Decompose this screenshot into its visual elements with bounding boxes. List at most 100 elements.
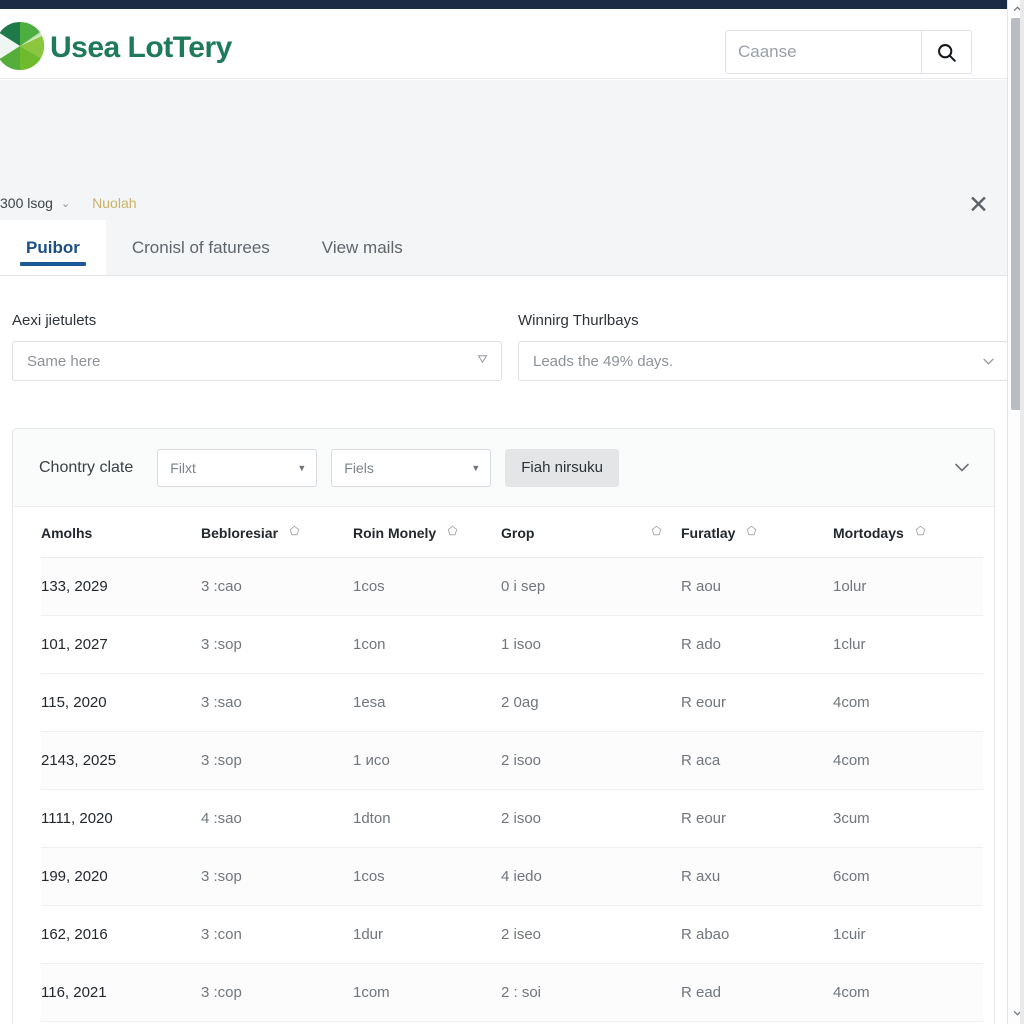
cell-mortodays: 4com — [833, 731, 983, 790]
cell-amolhs: 162, 2016 — [41, 905, 201, 964]
cell-mortodays: 3cum — [833, 789, 983, 848]
tab-view-mails[interactable]: View mails — [296, 220, 429, 275]
cell-roin-monely: 1cos — [353, 847, 501, 906]
cell-bebloresiar: 3 :sao — [201, 673, 353, 732]
cell-mortodays: 1clur — [833, 615, 983, 674]
brand-name[interactable]: Usea LotTery — [50, 31, 232, 65]
cell-roin-monely: 1cos — [353, 557, 501, 616]
table-head: Amolhs Bebloresiar Roin Monely Grop Fura… — [41, 507, 983, 558]
star-outline-icon[interactable] — [288, 525, 301, 541]
cell-roin-monely: 1com — [353, 963, 501, 1022]
column-header-furatlay[interactable]: Furatlay — [681, 507, 833, 558]
filter-label: Aexi jietulets — [12, 312, 97, 329]
tab-label: Puibor — [26, 237, 80, 257]
chevron-down-icon: ▼ — [471, 462, 481, 473]
cell-mortodays: 4com — [833, 963, 983, 1022]
cell-amolhs: 199, 2020 — [41, 847, 201, 906]
cell-roin-monely: 1 исо — [353, 731, 501, 790]
column-label: Bebloresiar — [201, 525, 279, 541]
cell-grop: 2 isoo — [501, 731, 681, 790]
table-row[interactable]: 199, 2020 3 :sop 1cos 4 iedo R axu 6com — [41, 847, 983, 906]
column-header-mortodays[interactable]: Mortodays — [833, 507, 983, 558]
panel-toolbar: Chontry clate Filxt ▼ Fiels ▼ Fiah nirsu… — [13, 429, 994, 507]
filter-field-winning: Winnirg Thurlbays Leads the 49% days. — [518, 312, 1008, 381]
cell-bebloresiar: 3 :cao — [201, 557, 353, 616]
column-header-grop[interactable]: Grop — [501, 507, 681, 558]
brand-header: Usea LotTery — [0, 9, 1007, 79]
star-outline-icon[interactable] — [446, 525, 459, 541]
cell-bebloresiar: 3 :cop — [201, 963, 353, 1022]
cell-mortodays: 4com — [833, 673, 983, 732]
cell-grop: 4 iedo — [501, 847, 681, 906]
search-input[interactable] — [725, 30, 922, 74]
chevron-down-icon — [476, 353, 489, 370]
aexi-select[interactable]: Same here — [12, 341, 502, 381]
star-outline-icon[interactable] — [914, 525, 927, 541]
table-row[interactable]: 115, 2020 3 :sao 1esa 2 0ag R eour 4com — [41, 673, 983, 732]
cell-bebloresiar: 3 :con — [201, 905, 353, 964]
column-header-amolhs[interactable]: Amolhs — [41, 507, 201, 558]
cell-grop: 0 i sep — [501, 557, 681, 616]
table-body: 133, 2029 3 :cao 1cos 0 i sep R aou 1olu… — [41, 557, 983, 1022]
column-header-bebloresiar[interactable]: Bebloresiar — [201, 507, 353, 558]
tab-cronisl-of-faturees[interactable]: Cronisl of faturees — [106, 220, 296, 275]
table-row[interactable]: 116, 2021 3 :cop 1com 2 : soi R ead 4com — [41, 963, 983, 1022]
table-row[interactable]: 1111, 2020 4 :sao 1dton 2 isoo R eour 3c… — [41, 789, 983, 848]
breadcrumb-current[interactable]: 300 lsog — [0, 195, 53, 211]
winning-select[interactable]: Leads the 49% days. — [518, 341, 1008, 381]
results-table: Amolhs Bebloresiar Roin Monely Grop Fura… — [41, 507, 983, 1022]
toolbar-select-fiels-value: Fiels — [344, 459, 374, 476]
pinwheel-logo-icon[interactable] — [0, 21, 48, 71]
cell-amolhs: 1111, 2020 — [41, 789, 201, 848]
top-dark-strip — [0, 0, 1007, 9]
table-row[interactable]: 133, 2029 3 :cao 1cos 0 i sep R aou 1olu… — [41, 557, 983, 616]
search-icon[interactable] — [922, 30, 972, 74]
tab-bar: Puibor Cronisl of faturees View mails — [0, 220, 1007, 276]
table-header-row: Amolhs Bebloresiar Roin Monely Grop Fura… — [41, 507, 983, 558]
tab-label: Cronisl of faturees — [131, 237, 270, 257]
cell-furatlay: R abao — [681, 905, 833, 964]
table-row[interactable]: 2143, 2025 3 :sop 1 исо 2 isoo R aca 4co… — [41, 731, 983, 790]
close-icon[interactable]: ✕ — [968, 193, 989, 218]
cell-amolhs: 133, 2029 — [41, 557, 201, 616]
table-row[interactable]: 101, 2027 3 :sop 1con 1 isoo R ado 1clur — [41, 615, 983, 674]
toolbar-select-fiels[interactable]: Fiels ▼ — [331, 448, 492, 487]
cell-mortodays: 6com — [833, 847, 983, 906]
header-search — [725, 30, 972, 74]
column-header-roin-monely[interactable]: Roin Monely — [353, 507, 501, 558]
page-heading-band: 300 lsog ⌄ Nuolah Lottery results ✕ — [0, 80, 1007, 267]
cell-amolhs: 115, 2020 — [41, 673, 201, 732]
cell-roin-monely: 1esa — [353, 673, 501, 732]
cell-roin-monely: 1con — [353, 615, 501, 674]
cell-grop: 2 isoo — [501, 789, 681, 848]
star-outline-icon[interactable] — [745, 525, 758, 541]
cell-roin-monely: 1dur — [353, 905, 501, 964]
cell-grop: 2 : soi — [501, 963, 681, 1022]
app-root: Usea LotTery 300 lsog ⌄ Nuolah Lottery r… — [0, 0, 1024, 1024]
main-content: Aexi jietulets Same here Winnirg Thurlba… — [0, 276, 1008, 1024]
cell-furatlay: R eour — [681, 789, 833, 848]
cell-furatlay: R ead — [681, 963, 833, 1022]
column-label: Grop — [501, 525, 535, 541]
star-outline-icon[interactable] — [650, 525, 663, 541]
tab-puibor[interactable]: Puibor — [0, 220, 106, 275]
cell-mortodays: 1olur — [833, 557, 983, 616]
fiah-nirsuku-button[interactable]: Fiah nirsuku — [505, 448, 619, 487]
table-row[interactable]: 162, 2016 3 :con 1dur 2 iseo R abao 1cui… — [41, 905, 983, 964]
cell-grop: 1 isoo — [501, 615, 681, 674]
toolbar-select-filxt[interactable]: Filxt ▼ — [157, 448, 318, 487]
breadcrumb-link[interactable]: Nuolah — [92, 195, 136, 211]
cell-bebloresiar: 3 :sop — [201, 847, 353, 906]
column-label: Amolhs — [41, 525, 93, 541]
chevron-down-icon: ⌄ — [60, 197, 71, 210]
aexi-select-value: Same here — [27, 352, 101, 370]
panel-collapse-chevron-down-icon[interactable] — [954, 459, 970, 476]
cell-furatlay: R aou — [681, 557, 833, 616]
filter-label: Winnirg Thurlbays — [518, 312, 639, 329]
table-scroll-region: Amolhs Bebloresiar Roin Monely Grop Fura… — [13, 507, 994, 1022]
cell-amolhs: 116, 2021 — [41, 963, 201, 1022]
cell-amolhs: 2143, 2025 — [41, 731, 201, 790]
chevron-down-icon — [982, 353, 995, 370]
cell-grop: 2 iseo — [501, 905, 681, 964]
chevron-down-icon: ▼ — [297, 462, 307, 473]
